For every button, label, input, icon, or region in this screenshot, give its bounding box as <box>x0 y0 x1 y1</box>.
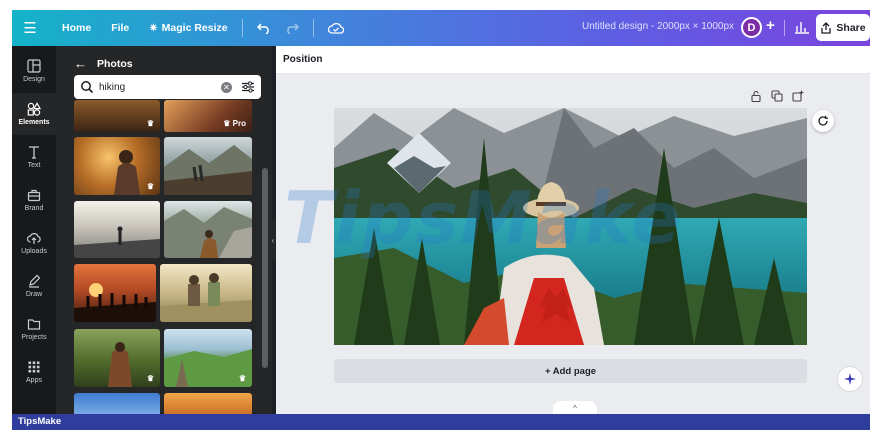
photo-thumbnail[interactable] <box>164 137 252 195</box>
pen-icon <box>29 274 41 288</box>
search-value[interactable]: hiking <box>99 82 221 93</box>
sidebar-item-draw[interactable]: Draw <box>12 265 56 307</box>
footer-bar: TipsMake <box>12 414 870 430</box>
sidebar-item-projects[interactable]: Projects <box>12 308 56 350</box>
photo-thumbnail[interactable] <box>74 264 156 322</box>
magic-resize-label: Magic Resize <box>161 22 228 34</box>
crown-icon: ♛ <box>146 182 154 191</box>
document-title[interactable]: Untitled design - 2000px × 1000px <box>582 21 734 32</box>
analytics-icon[interactable] <box>792 16 812 38</box>
sidebar-item-label: Elements <box>18 119 50 126</box>
clear-search-icon[interactable]: ✕ <box>221 81 232 93</box>
text-icon <box>29 146 39 159</box>
file-menu-button[interactable]: File <box>111 22 129 34</box>
sidebar-item-label: Design <box>23 76 45 83</box>
photo-thumbnail[interactable] <box>74 201 160 258</box>
crown-icon: ♛ <box>238 374 246 383</box>
context-toolbar: Position <box>276 46 870 74</box>
photo-thumbnail[interactable] <box>164 201 252 258</box>
sidebar-item-uploads[interactable]: Uploads <box>12 222 56 264</box>
photo-thumbnail[interactable] <box>164 393 252 414</box>
position-button[interactable]: Position <box>283 54 322 65</box>
sidebar-item-label: Text <box>27 162 41 169</box>
share-button[interactable]: Share <box>816 14 870 41</box>
divider <box>241 19 243 37</box>
photos-panel: ← Photos hiking ✕ ♛ ♛ Pro ♛ ♛ ♛ <box>56 46 272 414</box>
avatar[interactable]: D <box>741 17 762 38</box>
add-page-button[interactable]: + Add page <box>334 359 807 383</box>
plus-icon[interactable]: + <box>766 17 775 34</box>
refresh-icon[interactable] <box>812 110 834 132</box>
cloud-saved-icon[interactable] <box>327 22 344 34</box>
top-margin <box>0 0 870 10</box>
menu-icon[interactable]: ☰ <box>12 10 48 46</box>
duplicate-page-icon[interactable] <box>771 90 783 102</box>
photo-thumbnail[interactable]: ♛ <box>74 329 160 387</box>
undo-icon[interactable] <box>256 22 271 34</box>
grid-icon <box>28 361 40 373</box>
sidebar-item-design[interactable]: Design <box>12 50 56 92</box>
divider <box>312 19 314 37</box>
sidebar-item-label: Projects <box>21 334 47 341</box>
search-icon <box>81 81 94 94</box>
search-input[interactable]: hiking ✕ <box>74 75 261 99</box>
briefcase-icon <box>27 189 41 202</box>
share-icon <box>821 21 832 34</box>
top-bar: ☰ Home File ✷ Magic Resize Untitled desi… <box>12 10 870 46</box>
app-frame: ☰ Home File ✷ Magic Resize Untitled desi… <box>0 0 870 430</box>
shapes-icon <box>27 102 41 116</box>
home-button[interactable]: Home <box>62 22 91 34</box>
crown-icon: ♛ <box>146 119 154 128</box>
sidebar-item-elements[interactable]: Elements <box>12 93 56 135</box>
cloud-upload-icon <box>27 233 41 244</box>
filter-sliders-icon[interactable] <box>241 80 255 94</box>
pro-badge: ♛ Pro <box>223 119 246 128</box>
sparkle-icon: ✷ <box>149 22 158 34</box>
share-label: Share <box>836 21 866 34</box>
add-page-icon[interactable] <box>792 90 804 102</box>
back-arrow-icon[interactable]: ← <box>74 56 87 71</box>
photo-thumbnail[interactable] <box>74 393 160 414</box>
side-rail: Design Elements Text Brand Uploads Draw … <box>12 46 56 414</box>
watermark-text: TipsMake <box>284 176 683 260</box>
footer-brand: TipsMake <box>18 416 62 427</box>
photo-thumbnail[interactable]: ♛ <box>74 137 160 195</box>
sidebar-item-brand[interactable]: Brand <box>12 179 56 221</box>
unlock-icon[interactable] <box>750 90 762 102</box>
folder-icon <box>27 319 41 330</box>
photo-thumbnail[interactable]: ♛ Pro <box>164 100 252 132</box>
panel-scrollbar[interactable] <box>262 168 268 368</box>
sidebar-item-label: Uploads <box>21 248 47 255</box>
magic-sparkle-icon[interactable] <box>837 366 863 392</box>
sidebar-item-apps[interactable]: Apps <box>12 351 56 393</box>
photo-thumbnail[interactable] <box>160 264 252 322</box>
photo-thumbnail[interactable]: ♛ <box>164 329 252 387</box>
page-tools <box>750 90 804 102</box>
left-margin <box>0 0 12 430</box>
show-pages-chevron-up-icon[interactable]: ^ <box>553 401 597 415</box>
sidebar-item-label: Brand <box>24 205 44 212</box>
magic-resize-button[interactable]: ✷ Magic Resize <box>149 22 227 34</box>
photo-thumbnail[interactable]: ♛ <box>74 100 160 132</box>
sidebar-item-label: Draw <box>25 291 43 298</box>
divider <box>784 20 785 36</box>
layout-icon <box>27 59 41 73</box>
panel-title: Photos <box>97 57 133 70</box>
crown-icon: ♛ <box>146 374 154 383</box>
sidebar-item-label: Apps <box>26 377 42 384</box>
redo-icon[interactable] <box>285 22 299 34</box>
panel-header: ← Photos <box>74 56 133 71</box>
sidebar-item-text[interactable]: Text <box>12 136 56 178</box>
